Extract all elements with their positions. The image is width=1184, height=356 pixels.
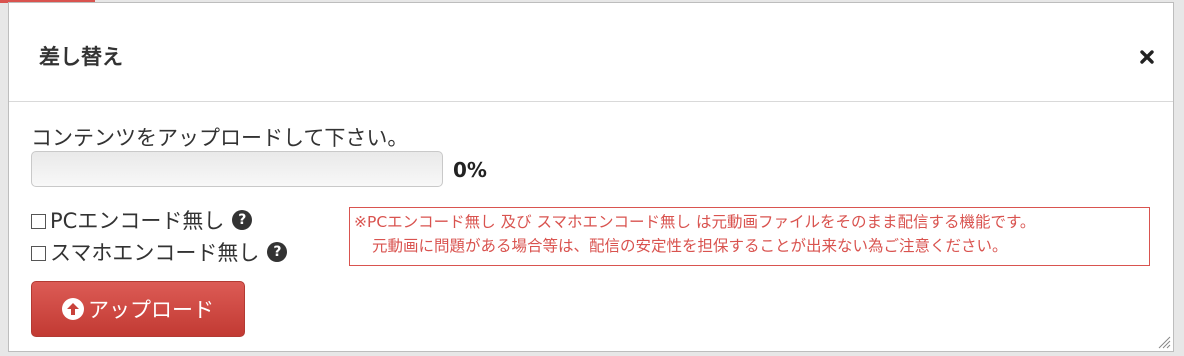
encode-notice: ※PCエンコード無し 及び スマホエンコード無し は元動画ファイルをそのまま配信… bbox=[349, 207, 1150, 266]
close-button[interactable] bbox=[1137, 47, 1157, 67]
progress-percent: 0% bbox=[453, 158, 487, 182]
dialog-title: 差し替え bbox=[39, 45, 123, 69]
sp-no-encode-checkbox[interactable] bbox=[31, 245, 46, 261]
notice-line-2: 元動画に問題がある場合等は、配信の安定性を担保することが出来ない為ご注意ください… bbox=[372, 237, 1008, 255]
notice-line-1: ※PCエンコード無し 及び スマホエンコード無し は元動画ファイルをそのまま配信… bbox=[354, 213, 1036, 231]
pc-no-encode-checkbox[interactable] bbox=[31, 213, 46, 229]
upload-arrow-icon bbox=[62, 298, 84, 320]
dialog-header: 差し替え bbox=[9, 3, 1173, 102]
option-pc-no-encode: PCエンコード無し ? bbox=[31, 205, 253, 235]
question-icon[interactable]: ? bbox=[232, 210, 253, 230]
resize-handle-icon[interactable] bbox=[1155, 333, 1171, 349]
upload-progress-bar bbox=[31, 151, 443, 187]
sp-no-encode-label: スマホエンコード無し bbox=[50, 241, 260, 265]
replace-dialog: 差し替え コンテンツをアップロードして下さい。 0% PCエンコード無し ? ス… bbox=[8, 2, 1174, 352]
upload-button[interactable]: アップロード bbox=[31, 281, 245, 337]
close-icon bbox=[1140, 50, 1154, 64]
upload-prompt: コンテンツをアップロードして下さい。 bbox=[31, 126, 409, 150]
question-icon[interactable]: ? bbox=[267, 242, 288, 262]
upload-button-label: アップロード bbox=[88, 298, 214, 322]
option-sp-no-encode: スマホエンコード無し ? bbox=[31, 237, 288, 267]
pc-no-encode-label: PCエンコード無し bbox=[50, 209, 225, 233]
